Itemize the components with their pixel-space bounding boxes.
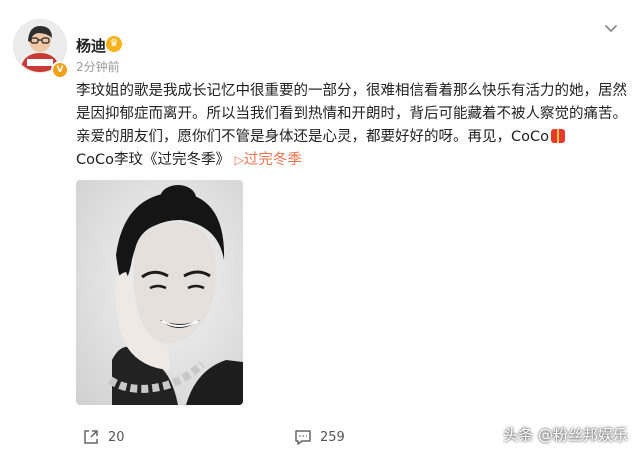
post-text-line: 亲爱的朋友们，愿你们不管是身体还是心灵，都要好好的呀。再见，CoCo (76, 126, 624, 149)
username[interactable]: 杨迪 (76, 35, 106, 56)
vip-icon: ♛ (106, 36, 122, 52)
verified-badge-icon: V (51, 61, 69, 79)
comment-icon (295, 430, 311, 445)
chevron-down-icon[interactable] (604, 22, 618, 36)
song-line: CoCo李玟《过完冬季》 ▷过完冬季 (76, 149, 624, 172)
post-text-line-content: 亲爱的朋友们，愿你们不管是身体还是心灵，都要好好的呀。再见，CoCo (76, 129, 549, 145)
post-text-line: 李玟姐的歌是我成长记忆中很重要的一部分，很难相信看着那么快乐有活力的她，居然 (76, 83, 627, 99)
play-icon[interactable]: ▷ (235, 153, 244, 167)
comment-count: 259 (320, 429, 345, 445)
song-title: CoCo李玟《过完冬季》 (76, 152, 230, 168)
song-link[interactable]: 过完冬季 (244, 152, 302, 168)
watermark: 头条 @粉丝邦娱乐 (503, 426, 628, 444)
post-image[interactable] (76, 180, 243, 405)
share-button[interactable]: 20 (82, 428, 125, 446)
comment-button[interactable]: 259 (294, 428, 345, 446)
post-time[interactable]: 2分钟前 (76, 58, 120, 75)
share-count: 20 (108, 429, 125, 445)
gift-emoji-icon (551, 129, 565, 143)
share-icon (84, 430, 98, 444)
post-text: 李玟姐的歌是我成长记忆中很重要的一部分，很难相信看着那么快乐有活力的她，居然 是… (76, 80, 627, 172)
post-text-line: 是因抑郁症而离开。所以当我们看到热情和开朗时，背后可能藏着不被人察觉的痛苦。 (76, 106, 627, 122)
